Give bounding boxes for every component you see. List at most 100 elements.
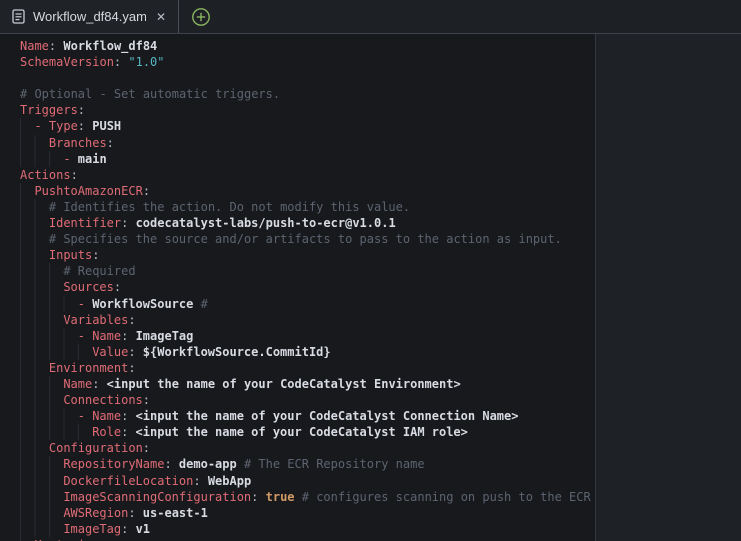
code-token-key: Inputs (49, 248, 92, 262)
code-token-key: Name (63, 377, 92, 391)
close-tab-icon[interactable]: ✕ (154, 10, 168, 24)
code-token-key: Branches (49, 136, 107, 150)
code-token-key: Name (92, 329, 121, 343)
code-line-18: - Name: ImageTag (0, 328, 595, 344)
code-token-comment: # The ECR Repository name (244, 457, 425, 471)
code-line-19: Value: ${WorkflowSource.CommitId} (0, 344, 595, 360)
code-token-value: <input the name of your CodeCatalyst Env… (99, 377, 460, 391)
code-token-punc: : (164, 457, 171, 471)
code-line-21: Name: <input the name of your CodeCataly… (0, 376, 595, 392)
indent-guides (20, 135, 49, 151)
code-token-key: AWSRegion (63, 506, 128, 520)
code-line-0: Name: Workflow_df84 (0, 38, 595, 54)
code-token-key: Connections (63, 393, 142, 407)
code-line-23: - Name: <input the name of your CodeCata… (0, 408, 595, 424)
indent-guides (20, 456, 63, 472)
code-line-16: - WorkflowSource # (0, 296, 595, 312)
code-line-11: Identifier: codecatalyst-labs/push-to-ec… (0, 215, 595, 231)
code-line-20: Environment: (0, 360, 595, 376)
code-token-comment: # (201, 297, 208, 311)
code-line-29: AWSRegion: us-east-1 (0, 505, 595, 521)
code-line-10: # Identifies the action. Do not modify t… (0, 199, 595, 215)
indent-guides (20, 408, 78, 424)
code-line-24: Role: <input the name of your CodeCataly… (0, 424, 595, 440)
code-token-comment: # Optional - Set automatic triggers. (20, 87, 280, 101)
indent-guides (20, 473, 63, 489)
code-token-punc: : (128, 361, 135, 375)
code-token-key: Role (92, 425, 121, 439)
code-token-punc: : (143, 441, 150, 455)
code-line-27: DockerfileLocation: WebApp (0, 473, 595, 489)
indent-guides (20, 392, 63, 408)
indent-guides (20, 151, 63, 167)
indent-guides (20, 424, 92, 440)
code-line-6: Branches: (0, 135, 595, 151)
indent-guides (20, 263, 63, 279)
code-token-string: "1.0" (121, 55, 164, 69)
indent-guides (20, 489, 63, 505)
code-token-comment: # Identifies the action. Do not modify t… (49, 200, 410, 214)
file-document-icon (12, 9, 25, 24)
code-token-punc: : (143, 393, 150, 407)
code-token-value: main (78, 152, 107, 166)
indent-guides (20, 521, 63, 537)
code-token-key: Name (20, 39, 49, 53)
code-token-value: v1 (128, 522, 150, 536)
code-token-value: <input the name of your CodeCatalyst IAM… (128, 425, 468, 439)
code-token-value: ${WorkflowSource.CommitId} (136, 345, 331, 359)
code-line-7: - main (0, 151, 595, 167)
code-token-comment: # configures scanning on push to the ECR (302, 490, 591, 504)
code-line-28: ImageScanningConfiguration: true # confi… (0, 489, 595, 505)
code-token-key: Triggers (20, 103, 78, 117)
code-line-5: - Type: PUSH (0, 118, 595, 134)
code-token-value: codecatalyst-labs/push-to-ecr@v1.0.1 (128, 216, 395, 230)
indent-guides (20, 118, 34, 134)
indent-guides (20, 328, 78, 344)
code-token-value: PUSH (85, 119, 121, 133)
code-token-dash: - (34, 119, 48, 133)
code-line-1: SchemaVersion: "1.0" (0, 54, 595, 70)
code-token-dash: - (78, 297, 92, 311)
code-line-22: Connections: (0, 392, 595, 408)
code-token-key: Configuration (49, 441, 143, 455)
code-token-bool: true (258, 490, 301, 504)
code-line-15: Sources: (0, 279, 595, 295)
new-tab-button[interactable] (179, 0, 223, 33)
indent-guides (20, 231, 49, 247)
tab-workflow-yaml[interactable]: Workflow_df84.yaml ✕ (0, 0, 179, 33)
code-token-key: Actions (20, 168, 71, 182)
code-line-2 (0, 70, 595, 86)
code-token-key: Sources (63, 280, 114, 294)
code-token-dash: - (63, 152, 77, 166)
code-token-punc: : (78, 103, 85, 117)
code-token-value: ImageTag (128, 329, 193, 343)
indent-guides (20, 344, 92, 360)
code-token-key: RepositoryName (63, 457, 164, 471)
code-token-key: Type (49, 119, 78, 133)
code-token-punc: : (128, 506, 135, 520)
code-line-17: Variables: (0, 312, 595, 328)
code-token-comment: # Required (63, 264, 135, 278)
code-line-12: # Specifies the source and/or artifacts … (0, 231, 595, 247)
code-token-punc: : (143, 184, 150, 198)
code-token-key: DockerfileLocation (63, 474, 193, 488)
plus-circle-icon (191, 7, 211, 27)
right-panel (596, 34, 741, 541)
code-token-key: PushtoAmazonECR (34, 184, 142, 198)
code-token-key: Name (92, 409, 121, 423)
code-line-13: Inputs: (0, 247, 595, 263)
code-line-25: Configuration: (0, 440, 595, 456)
code-line-14: # Required (0, 263, 595, 279)
indent-guides (20, 440, 49, 456)
indent-guides (20, 279, 63, 295)
code-token-punc: : (78, 119, 85, 133)
tab-bar: Workflow_df84.yaml ✕ (0, 0, 741, 34)
code-editor[interactable]: Name: Workflow_df84SchemaVersion: "1.0" #… (0, 34, 741, 541)
code-token-key: Value (92, 345, 128, 359)
code-content: Name: Workflow_df84SchemaVersion: "1.0" #… (0, 38, 595, 541)
code-token-key: Identifier (49, 216, 121, 230)
code-token-punc: : (128, 313, 135, 327)
code-token-dash: - (78, 409, 92, 423)
indent-guides (20, 505, 63, 521)
code-token-value: demo-app (172, 457, 244, 471)
